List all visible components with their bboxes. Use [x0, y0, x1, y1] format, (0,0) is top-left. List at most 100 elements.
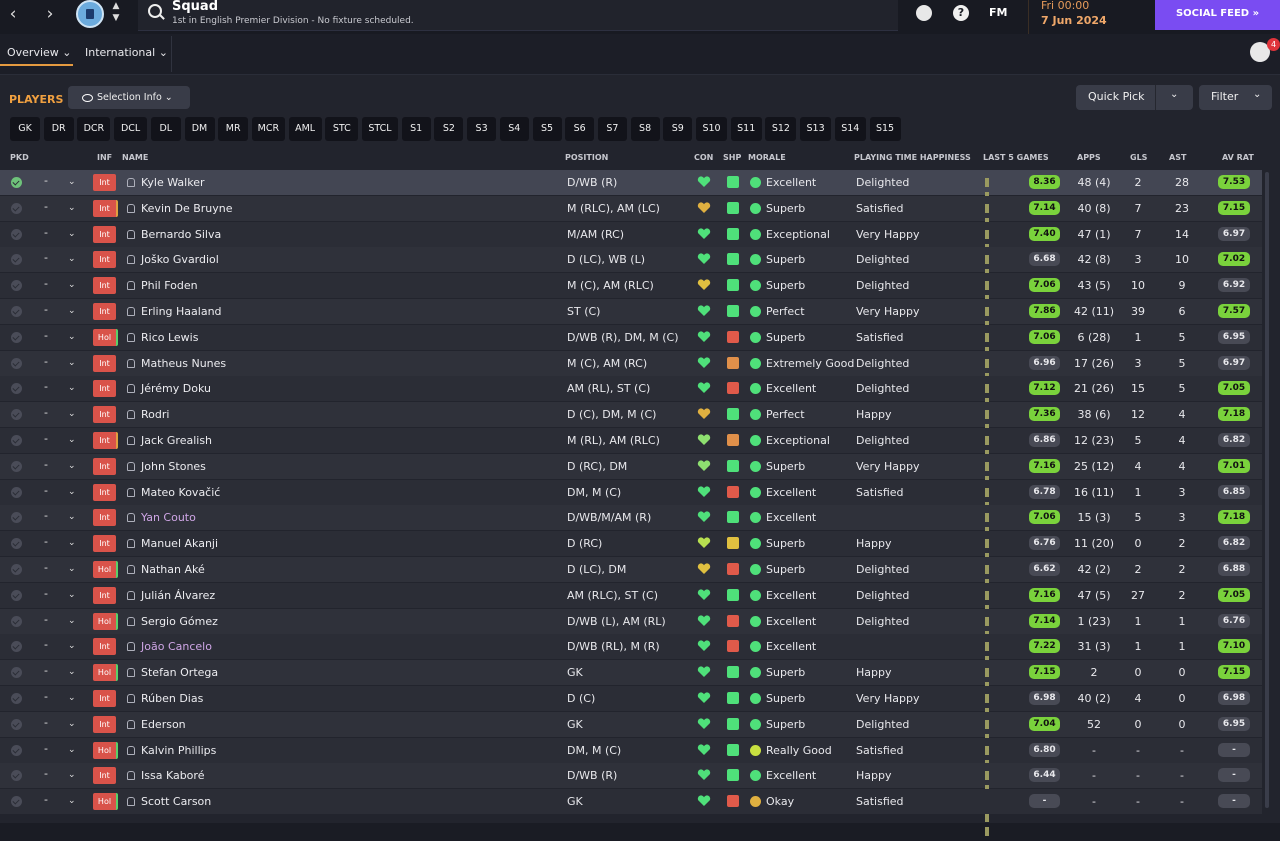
player-name[interactable]: Kalvin Phillips — [141, 738, 216, 763]
pick-checkbox[interactable] — [11, 383, 22, 395]
col-con[interactable]: CON — [694, 153, 713, 162]
info-badge[interactable]: Int — [93, 303, 116, 320]
table-row[interactable]: - ⌄ Int Issa Kaboré D/WB (R) Excellent Happy 6.… — [0, 763, 1262, 837]
player-name[interactable]: Stefan Ortega — [141, 660, 218, 685]
chevron-down-icon[interactable]: ⌄ — [68, 454, 76, 479]
col-apps[interactable]: APPS — [1077, 153, 1101, 162]
chevron-down-icon[interactable]: ⌄ — [68, 247, 76, 272]
pick-checkbox[interactable] — [11, 409, 22, 421]
table-row[interactable]: - ⌄ Hol Sergio Gómez D/WB (L), AM (RL) Excell… — [0, 608, 1262, 682]
info-badge[interactable]: Int — [93, 509, 116, 527]
player-name[interactable]: Phil Foden — [141, 273, 198, 298]
player-name[interactable]: Nathan Aké — [141, 557, 205, 582]
col-ast[interactable]: AST — [1169, 153, 1186, 162]
table-row[interactable]: - ⌄ Hol Rico Lewis D/WB (R), DM, M (C) Superb… — [0, 324, 1262, 398]
col-playing-time[interactable]: PLAYING TIME HAPPINESS — [854, 153, 971, 162]
info-badge[interactable]: Int — [93, 586, 116, 604]
col-pkd[interactable]: PKD — [10, 153, 29, 162]
pick-checkbox[interactable] — [11, 512, 22, 524]
player-name[interactable]: Mateo Kovačić — [141, 480, 220, 505]
search-icon[interactable] — [148, 4, 162, 18]
info-badge[interactable]: Int — [93, 457, 116, 475]
col-avrat[interactable]: AV RAT — [1222, 153, 1254, 162]
chevron-down-icon[interactable]: ⌄ — [68, 531, 76, 556]
chevron-down-icon[interactable]: ⌄ — [68, 712, 76, 737]
pick-checkbox[interactable] — [11, 331, 22, 343]
pick-checkbox[interactable] — [11, 357, 22, 369]
updown-icon[interactable]: ▲ ▼ — [110, 0, 122, 28]
tab-overview[interactable]: Overview ⌄ — [7, 46, 72, 59]
chevron-down-icon[interactable]: ⌄ — [68, 738, 76, 763]
player-name[interactable]: Erling Haaland — [141, 299, 222, 324]
pick-checkbox[interactable] — [11, 486, 22, 498]
pick-checkbox[interactable] — [11, 744, 22, 756]
back-icon[interactable]: ‹ — [0, 0, 26, 30]
info-badge[interactable]: Int — [93, 690, 116, 707]
position-filter-s4[interactable]: S4 — [499, 117, 529, 141]
selection-info-button[interactable]: Selection Info ⌄ — [68, 86, 190, 109]
info-badge[interactable]: Int — [93, 380, 116, 398]
position-filter-s6[interactable]: S6 — [565, 117, 595, 141]
player-name[interactable]: Bernardo Silva — [141, 222, 221, 247]
filter-button[interactable]: Filter ⌄ — [1199, 85, 1272, 110]
position-filter-dr[interactable]: DR — [43, 117, 74, 141]
info-badge[interactable]: Int — [93, 174, 116, 191]
table-row[interactable]: - ⌄ Int Jack Grealish M (RL), AM (RLC) Except… — [0, 428, 1262, 501]
player-name[interactable]: Joško Gvardiol — [141, 247, 219, 272]
pick-checkbox[interactable] — [11, 641, 22, 653]
info-badge[interactable]: Hol — [93, 612, 118, 630]
info-badge[interactable]: Int — [93, 199, 118, 217]
player-name[interactable]: Sergio Gómez — [141, 609, 218, 634]
info-badge[interactable]: Int — [93, 406, 116, 424]
info-badge[interactable]: Int — [93, 225, 116, 243]
player-name[interactable]: Jérémy Doku — [141, 376, 211, 401]
position-filter-s15[interactable]: S15 — [869, 117, 901, 141]
pick-checkbox[interactable] — [11, 202, 22, 214]
position-filter-s1[interactable]: S1 — [401, 117, 431, 141]
chevron-down-icon[interactable]: ⌄ — [1170, 89, 1178, 100]
table-row[interactable]: - ⌄ Int Erling Haaland ST (C) Perfect Very Hap… — [0, 299, 1262, 372]
quick-pick-button[interactable]: Quick Pick ⌄ — [1076, 85, 1193, 110]
chevron-down-icon[interactable]: ⌄ — [68, 789, 76, 814]
player-name[interactable]: Ederson — [141, 712, 186, 737]
table-row[interactable]: - ⌄ Int Kyle Walker D/WB (R) Excellent Delight… — [0, 170, 1262, 243]
position-filter-mr[interactable]: MR — [218, 117, 249, 141]
chevron-down-icon[interactable]: ⌄ — [68, 763, 76, 788]
pick-checkbox[interactable] — [11, 306, 22, 317]
position-filter-s11[interactable]: S11 — [730, 117, 762, 141]
pick-checkbox[interactable] — [11, 254, 22, 266]
player-name[interactable]: Rico Lewis — [141, 325, 198, 350]
chevron-down-icon[interactable]: ⌄ — [68, 402, 76, 427]
col-position[interactable]: POSITION — [565, 153, 608, 162]
chevron-down-icon[interactable]: ⌄ — [68, 428, 76, 453]
player-name[interactable]: Rúben Dias — [141, 686, 203, 711]
info-badge[interactable]: Hol — [93, 793, 118, 811]
table-row[interactable]: - ⌄ Hol Scott Carson GK Okay Satisfied - - - - - — [0, 789, 1262, 815]
col-inf[interactable]: INF — [97, 153, 112, 162]
table-row[interactable]: - ⌄ Int Kevin De Bruyne M (RLC), AM (LC) Supe… — [0, 195, 1262, 269]
chevron-down-icon[interactable]: ⌄ — [68, 686, 76, 711]
table-row[interactable]: - ⌄ Int Matheus Nunes M (C), AM (RC) Extremel… — [0, 350, 1262, 424]
chevron-down-icon[interactable]: ⌄ — [68, 196, 76, 221]
position-filter-s8[interactable]: S8 — [630, 117, 660, 141]
chevron-down-icon[interactable]: ⌄ — [68, 299, 76, 324]
info-badge[interactable]: Int — [93, 715, 116, 733]
table-row[interactable]: - ⌄ Hol Stefan Ortega GK Superb Happy 7.15 2 0 0 7.… — [0, 660, 1262, 734]
position-filter-s7[interactable]: S7 — [597, 117, 627, 141]
table-row[interactable]: - ⌄ Int Jérémy Doku AM (RL), ST (C) Excellent… — [0, 376, 1262, 450]
table-row[interactable]: - ⌄ Int Joško Gvardiol D (LC), WB (L) Superb D… — [0, 247, 1262, 321]
position-filter-s14[interactable]: S14 — [834, 117, 866, 141]
player-name[interactable]: João Cancelo — [141, 634, 212, 659]
player-name[interactable]: Manuel Akanji — [141, 531, 218, 556]
player-name[interactable]: Kyle Walker — [141, 170, 204, 195]
pick-checkbox[interactable] — [11, 589, 22, 601]
position-filter-dm[interactable]: DM — [184, 117, 215, 141]
table-row[interactable]: - ⌄ Hol Nathan Aké D (LC), DM Superb Delighted… — [0, 557, 1262, 630]
pick-checkbox[interactable] — [11, 693, 22, 704]
table-row[interactable]: - ⌄ Int Julián Álvarez AM (RLC), ST (C) Excel… — [0, 582, 1262, 656]
pick-checkbox[interactable] — [11, 615, 22, 627]
position-filter-s2[interactable]: S2 — [434, 117, 464, 141]
chevron-down-icon[interactable]: ⌄ — [68, 505, 76, 530]
pick-checkbox[interactable] — [11, 667, 22, 679]
chevron-down-icon[interactable]: ⌄ — [68, 480, 76, 505]
